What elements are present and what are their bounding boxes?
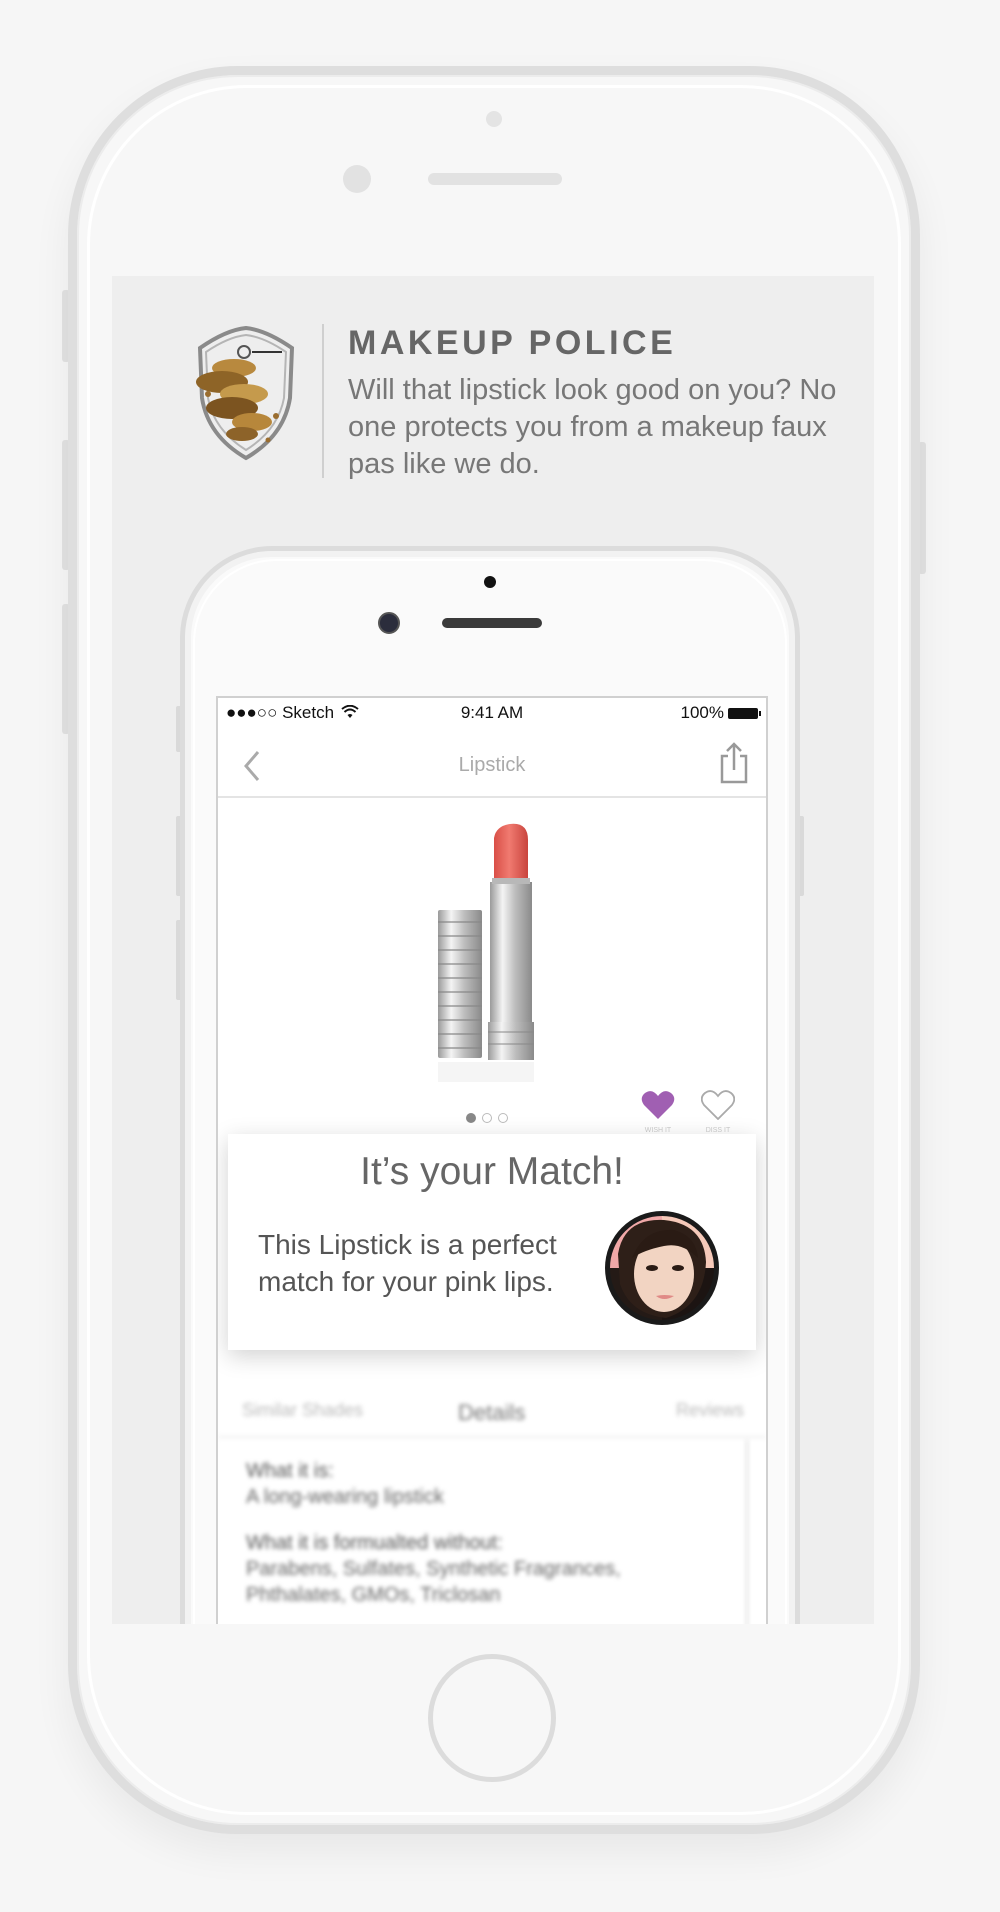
formulated-without-label: What it is formualted without: [246, 1532, 503, 1554]
image-carousel-dots[interactable] [466, 1110, 514, 1128]
outer-earpiece-speaker [428, 173, 562, 185]
outer-home-button[interactable] [428, 1654, 556, 1782]
outer-proximity-sensor [486, 111, 502, 127]
match-title: It’s your Match! [360, 1150, 624, 1193]
tab-similar-shades[interactable]: Similar Shades [242, 1400, 363, 1421]
heart-filled-icon [641, 1091, 675, 1119]
share-icon[interactable] [718, 740, 750, 786]
app-viewport-clip: ●●●○○ Sketch 9:41 AM 100% Lipstick WISH … [112, 276, 874, 1624]
wish-it-button[interactable]: WISH IT [638, 1090, 678, 1140]
tab-details[interactable]: Details [458, 1400, 525, 1426]
navigation-bar: Lipstick [218, 728, 766, 798]
lipstick-product-image [438, 823, 534, 1082]
carousel-dot-1[interactable] [466, 1113, 476, 1123]
battery-status: 100% [680, 703, 761, 723]
what-it-is-value: A long-wearing lipstick [246, 1486, 444, 1508]
battery-percent: 100% [680, 703, 724, 722]
product-tabs: Similar Shades Details Reviews [218, 1388, 766, 1438]
product-details: What it is: A long-wearing lipstick What… [246, 1458, 686, 1608]
diss-it-button[interactable]: DISS IT [698, 1090, 738, 1140]
match-popup-card[interactable]: It’s your Match! This Lipstick is a perf… [228, 1134, 756, 1350]
what-it-is-label: What it is: [246, 1460, 334, 1482]
nav-title: Lipstick [458, 754, 526, 776]
battery-icon [728, 708, 761, 719]
status-bar: ●●●○○ Sketch 9:41 AM 100% [218, 698, 766, 728]
lipstick-app-screen: ●●●○○ Sketch 9:41 AM 100% Lipstick WISH … [216, 696, 768, 1624]
tab-reviews[interactable]: Reviews [676, 1400, 744, 1421]
details-scroll-indicator [746, 1440, 748, 1624]
outer-front-camera [343, 165, 371, 193]
carousel-dot-2[interactable] [482, 1113, 492, 1123]
wish-it-label: WISH IT [644, 1127, 672, 1134]
broken-heart-outline-icon [700, 1090, 736, 1121]
diss-it-label: DISS IT [705, 1127, 731, 1134]
match-message: This Lipstick is a perfect match for you… [258, 1229, 557, 1297]
carousel-dot-3[interactable] [498, 1113, 508, 1123]
user-face-avatar[interactable] [604, 1210, 720, 1326]
formulated-without-value: Parabens, Sulfates, Synthetic Fragrances… [246, 1558, 621, 1606]
